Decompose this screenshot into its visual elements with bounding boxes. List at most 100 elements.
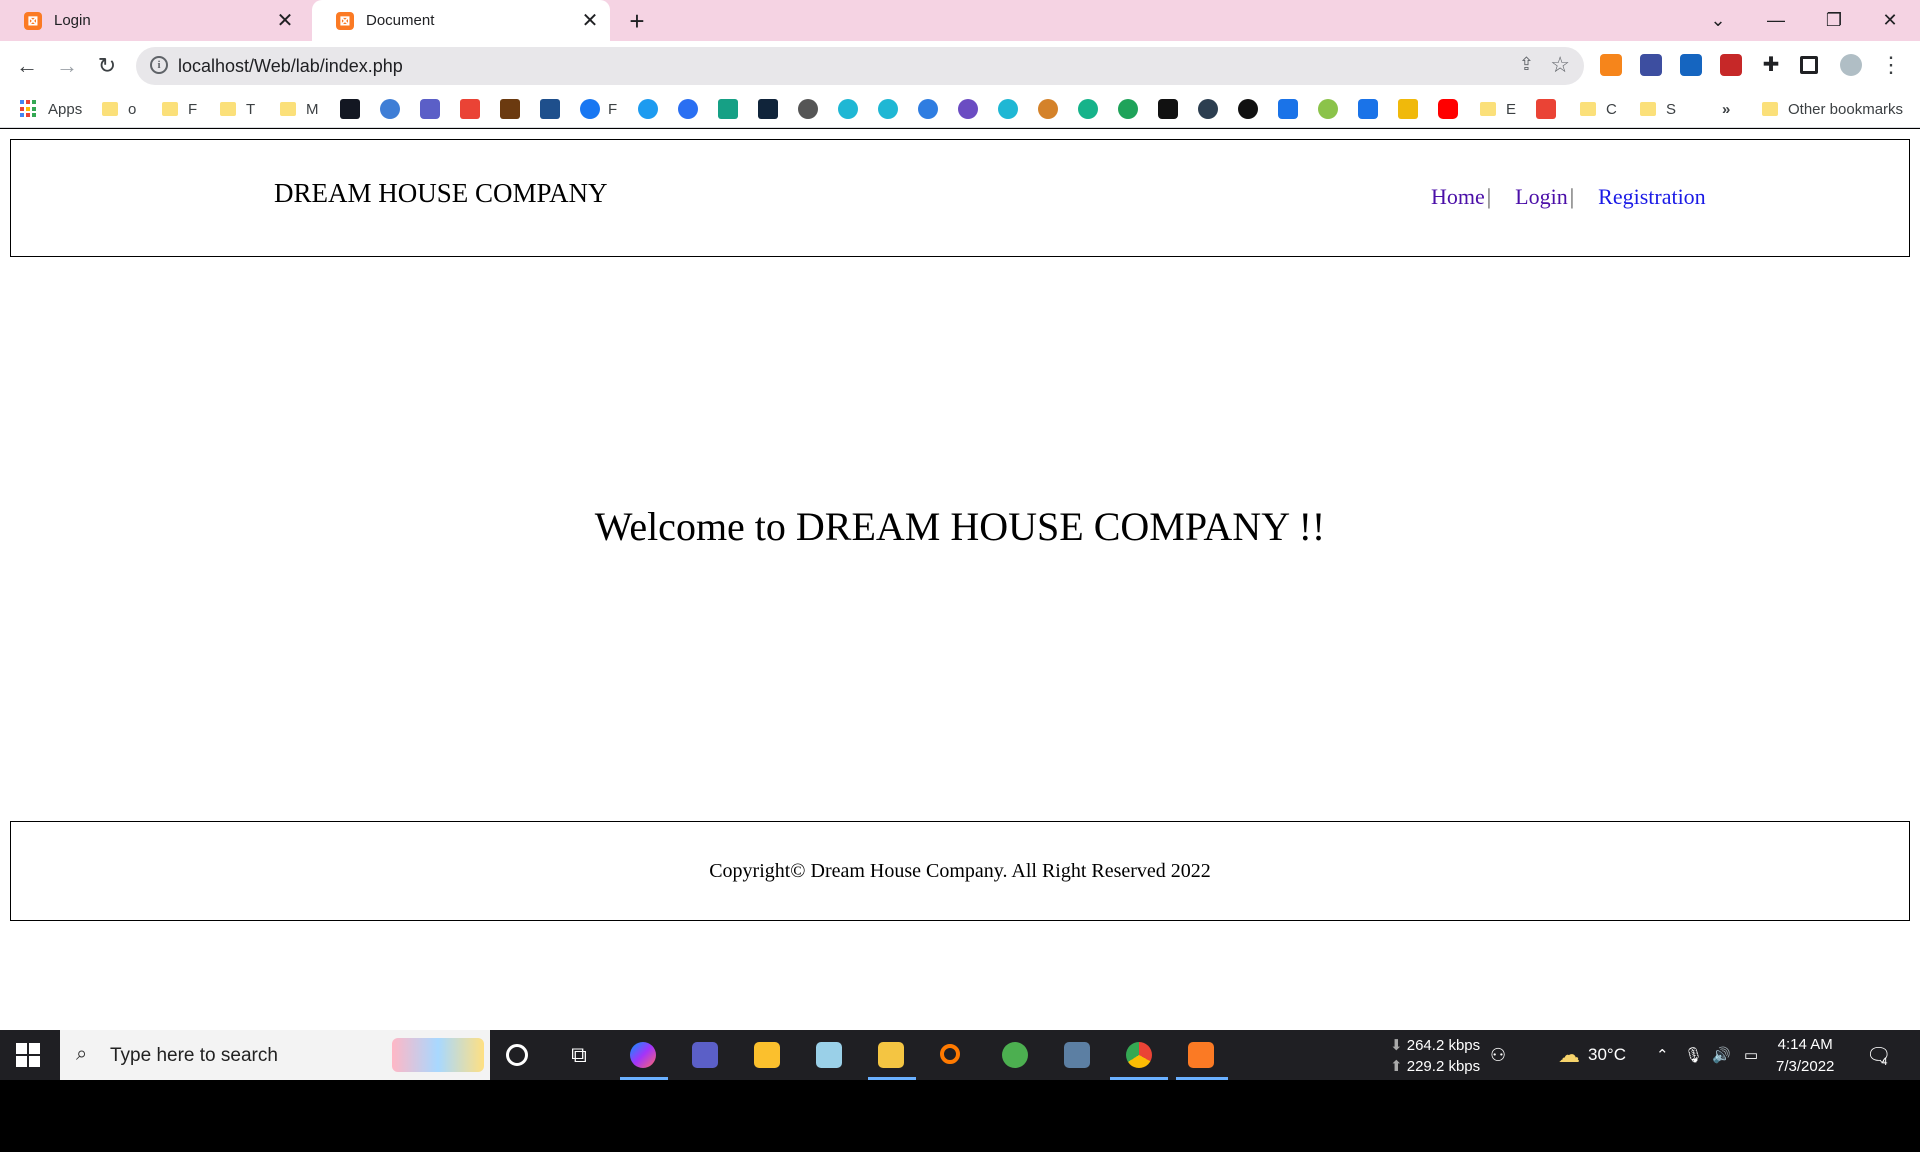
upload-speed: 229.2 kbps xyxy=(1406,1058,1481,1075)
bookmark-binance[interactable] xyxy=(1398,99,1418,119)
bookmark-site[interactable] xyxy=(878,99,898,119)
folder-icon xyxy=(162,102,178,116)
reload-icon[interactable]: ↻ xyxy=(92,51,122,81)
address-bar[interactable]: i localhost/Web/lab/index.php ⇪ ☆ xyxy=(136,47,1584,85)
metatrader-icon[interactable] xyxy=(1002,1042,1028,1068)
folder-icon xyxy=(1640,102,1656,116)
bookmark-site[interactable] xyxy=(1078,99,1098,119)
tab-document[interactable]: ⊠ Document ✕ xyxy=(312,0,610,41)
teams-icon[interactable] xyxy=(692,1042,718,1068)
xampp-icon[interactable] xyxy=(1188,1042,1214,1068)
bookmark-label: Other bookmarks xyxy=(1788,100,1904,118)
download-speed: 264.2 kbps xyxy=(1406,1037,1481,1054)
bookmark-site[interactable] xyxy=(1198,99,1218,119)
site-icon xyxy=(1078,99,1098,119)
app-icon[interactable] xyxy=(816,1042,842,1068)
task-view-icon[interactable]: ⧉ xyxy=(566,1042,592,1068)
bookmark-star-icon[interactable]: ☆ xyxy=(1550,52,1570,78)
bookmark-site[interactable] xyxy=(758,99,778,119)
bookmark-folder[interactable]: C xyxy=(1580,99,1617,119)
bookmark-gmail[interactable] xyxy=(460,99,480,119)
bookmark-facebook[interactable]: F xyxy=(580,99,617,119)
media-extension-icon[interactable] xyxy=(1720,54,1742,76)
tab-title: Login xyxy=(54,12,91,29)
bookmark-site[interactable] xyxy=(998,99,1018,119)
bookmark-site[interactable] xyxy=(918,99,938,119)
bookmark-site[interactable] xyxy=(678,99,698,119)
close-tab-icon[interactable]: ✕ xyxy=(273,9,297,33)
back-icon[interactable]: ← xyxy=(12,51,42,81)
menu-dots-icon[interactable]: ⋮ xyxy=(1880,54,1902,76)
bookmark-folder[interactable]: M xyxy=(280,99,319,119)
folder-icon xyxy=(1762,102,1778,116)
bookmark-folder[interactable]: E xyxy=(1480,99,1516,119)
show-hidden-icons[interactable]: ⌃ xyxy=(1656,1030,1669,1080)
clock[interactable]: 4:14 AM 7/3/2022 xyxy=(1776,1034,1834,1078)
url-text[interactable]: localhost/Web/lab/index.php xyxy=(178,56,403,77)
bookmark-site[interactable] xyxy=(500,99,520,119)
close-tab-icon[interactable]: ✕ xyxy=(578,9,602,33)
windows-start-icon[interactable] xyxy=(16,1043,40,1067)
sticky-notes-icon[interactable] xyxy=(754,1042,780,1068)
side-panel-icon[interactable] xyxy=(1800,56,1818,74)
close-window-button[interactable]: ✕ xyxy=(1862,0,1918,41)
bookmark-folder[interactable]: T xyxy=(220,99,255,119)
nav-home-link[interactable]: Home xyxy=(1431,184,1485,210)
bookmark-folder[interactable]: F xyxy=(162,99,197,119)
bookmark-site[interactable] xyxy=(540,99,560,119)
metamask-icon[interactable] xyxy=(1600,54,1622,76)
microphone-icon[interactable]: 🎙 xyxy=(1684,1030,1703,1080)
bookmark-site[interactable] xyxy=(1118,99,1138,119)
nav-registration-link[interactable]: Registration xyxy=(1598,184,1706,210)
chrome-icon[interactable] xyxy=(1126,1042,1152,1068)
bookmark-folder[interactable]: o xyxy=(102,99,136,119)
avatar[interactable] xyxy=(1840,54,1862,76)
bookmark-youtube[interactable] xyxy=(1438,99,1458,119)
bookmark-site[interactable] xyxy=(718,99,738,119)
bookmark-twitter[interactable] xyxy=(638,99,658,119)
bookmark-site[interactable] xyxy=(380,99,400,119)
bookmark-teams[interactable] xyxy=(420,99,440,119)
weather-widget[interactable]: ☁ 30°C xyxy=(1558,1030,1626,1080)
file-explorer-icon[interactable] xyxy=(878,1042,904,1068)
bookmark-site[interactable] xyxy=(838,99,858,119)
people-icon[interactable]: ⚇ xyxy=(1490,1030,1506,1080)
cortana-icon[interactable] xyxy=(506,1044,528,1066)
bookmark-folder[interactable]: S xyxy=(1640,99,1676,119)
search-app-icon[interactable] xyxy=(940,1044,960,1064)
new-tab-button[interactable]: + xyxy=(622,6,652,36)
site-info-icon[interactable]: i xyxy=(150,56,168,74)
bookmark-site[interactable] xyxy=(1318,99,1338,119)
nav-login-link[interactable]: Login xyxy=(1515,184,1568,210)
taskbar-search[interactable]: ⌕ Type here to search xyxy=(60,1030,490,1080)
restore-button[interactable]: ❐ xyxy=(1806,0,1862,41)
share-icon[interactable]: ⇪ xyxy=(1519,54,1534,75)
chart-extension-icon[interactable] xyxy=(1680,54,1702,76)
bookmark-site[interactable] xyxy=(1358,99,1378,119)
messenger-icon[interactable] xyxy=(630,1042,656,1068)
extension-icon[interactable] xyxy=(1640,54,1662,76)
bookmark-tradingview[interactable] xyxy=(340,99,360,119)
site-icon xyxy=(1358,99,1378,119)
volume-icon[interactable]: 🔊 xyxy=(1712,1030,1731,1080)
bookmark-site[interactable] xyxy=(1278,99,1298,119)
bookmark-site[interactable] xyxy=(958,99,978,119)
folder-icon xyxy=(280,102,296,116)
bookmark-site[interactable] xyxy=(1038,99,1058,119)
bookmark-site[interactable] xyxy=(798,99,818,119)
bookmark-site[interactable] xyxy=(1238,99,1258,119)
extensions-puzzle-icon[interactable]: ✚ xyxy=(1760,54,1782,76)
forward-icon[interactable]: → xyxy=(52,51,82,81)
battery-icon[interactable]: ▭ xyxy=(1744,1030,1758,1080)
bookmark-apps[interactable]: Apps xyxy=(20,99,82,119)
bookmark-site[interactable] xyxy=(1158,99,1178,119)
tab-search-icon[interactable]: ⌄ xyxy=(1690,0,1746,41)
plus-icon xyxy=(918,99,938,119)
tab-login[interactable]: ⊠ Login ✕ xyxy=(0,0,305,41)
notifications-icon[interactable]: 🗨 4 xyxy=(1866,1030,1891,1080)
other-bookmarks[interactable]: Other bookmarks xyxy=(1762,99,1903,119)
bookmarks-overflow-button[interactable]: » xyxy=(1722,99,1730,119)
bookmark-gmail[interactable] xyxy=(1536,99,1556,119)
calculator-icon[interactable] xyxy=(1064,1042,1090,1068)
minimize-button[interactable]: — xyxy=(1748,0,1804,41)
